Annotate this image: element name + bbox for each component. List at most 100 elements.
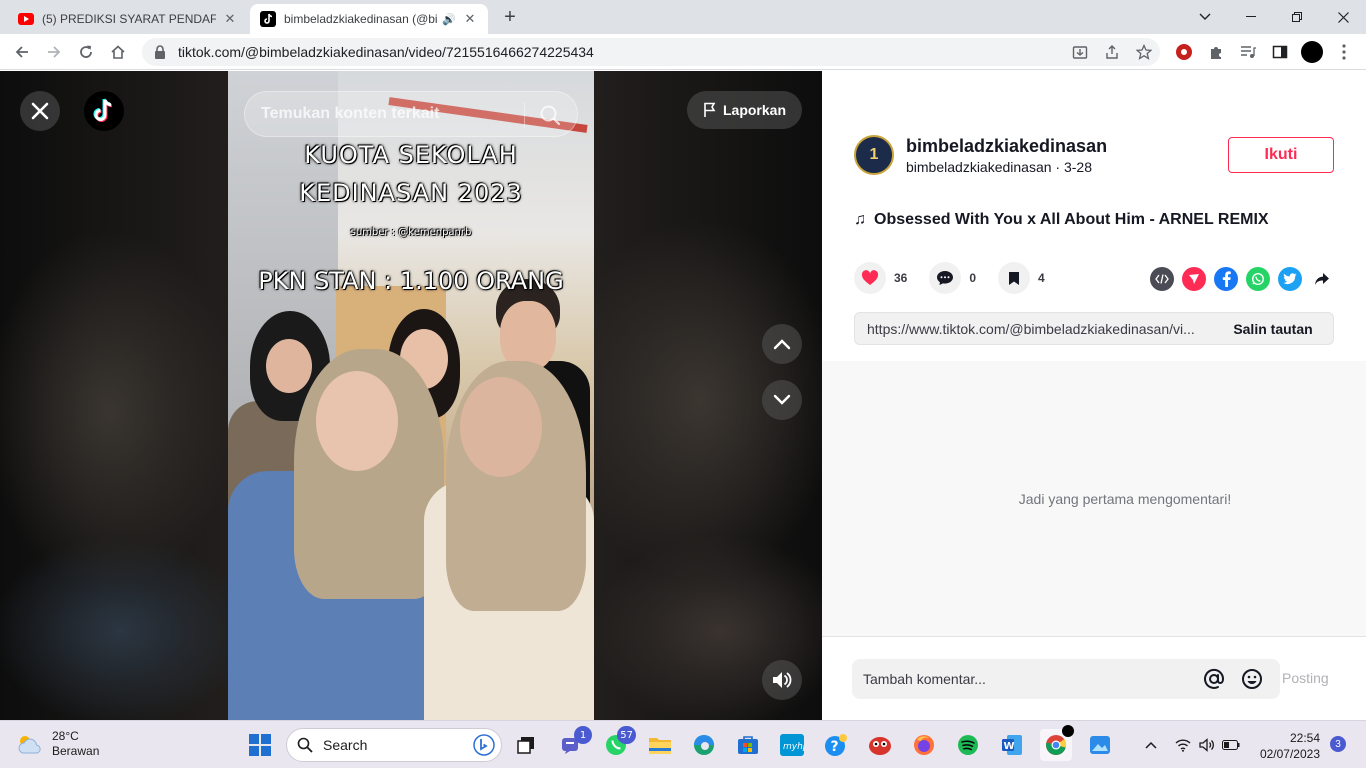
battery-icon[interactable] [1222,737,1240,753]
share-icon[interactable] [1102,42,1122,62]
tiktok-icon [93,98,113,122]
facebook-icon[interactable] [1214,267,1238,291]
side-panel-icon[interactable] [1270,42,1290,62]
search-placeholder: Temukan konten terkait [261,105,440,122]
video-link-url[interactable]: https://www.tiktok.com/@bimbeladzkiakedi… [855,321,1213,337]
whatsapp-taskbar-icon[interactable]: 57 [600,726,636,761]
tiktok-logo-button[interactable] [84,91,124,131]
video-player-area: KUOTA SEKOLAH KEDINASAN 2023 sumber : @k… [0,71,822,720]
speaker-icon[interactable]: 🔊 [442,13,456,26]
share-buttons [1150,267,1342,291]
edge-browser-icon[interactable] [688,729,720,761]
post-comment-button[interactable]: Posting [1282,670,1329,686]
tiktok-icon [260,11,276,27]
menu-kebab-icon[interactable] [1334,42,1354,62]
copy-link-button[interactable]: Salin tautan [1213,321,1333,337]
restore-icon[interactable] [1274,0,1320,34]
lock-icon[interactable] [154,45,168,59]
video-caption-line: KUOTA SEKOLAH [304,141,518,169]
previous-video-button[interactable] [762,324,802,364]
chevron-up-icon [773,339,791,350]
related-search-input[interactable]: Temukan konten terkait [244,91,578,137]
game-app-icon[interactable] [864,729,896,761]
tab-search-icon[interactable] [1182,0,1228,34]
send-to-friends-icon[interactable] [1182,267,1206,291]
comment-input[interactable]: Tambah komentar... [852,659,1280,699]
bookmark-icon[interactable] [998,262,1031,294]
volume-tray-icon[interactable] [1198,737,1216,753]
close-tab-icon[interactable]: ✕ [462,11,478,27]
system-clock[interactable]: 22:54 02/07/2023 [1260,730,1320,762]
windows-taskbar: 28°C Berawan Search 1 57 myhp ? [0,720,1366,768]
url-field[interactable]: tiktok.com/@bimbeladzkiakedinasan/video/… [142,38,1160,66]
volume-button[interactable] [762,660,802,700]
profile-avatar[interactable] [1300,40,1324,64]
photos-icon[interactable] [1084,729,1116,761]
chrome-icon[interactable] [1040,725,1074,761]
task-view-icon[interactable] [510,729,542,761]
file-explorer-icon[interactable] [644,729,676,761]
clock-time: 22:54 [1289,731,1320,745]
creator-avatar[interactable]: 1 [854,135,894,175]
new-tab-button[interactable]: + [498,6,522,30]
bookmark-star-icon[interactable] [1134,42,1154,62]
tab-tiktok[interactable]: bimbeladzkiakedinasan (@bi 🔊 ✕ [250,4,488,34]
next-video-button[interactable] [762,380,802,420]
close-video-button[interactable] [20,91,60,131]
back-icon[interactable] [10,40,34,64]
minimize-icon[interactable] [1228,0,1274,34]
myhp-icon[interactable]: myhp [776,729,808,761]
comments-list: Jadi yang pertama mengomentari! [822,361,1366,637]
get-help-icon[interactable]: ? [820,729,852,761]
install-icon[interactable] [1070,42,1090,62]
whatsapp-badge: 57 [617,726,636,744]
tab-youtube[interactable]: (5) PREDIKSI SYARAT PENDAFTAR ✕ [8,4,248,34]
twitter-icon[interactable] [1278,267,1302,291]
spotify-icon[interactable] [952,729,984,761]
video-frame[interactable]: KUOTA SEKOLAH KEDINASAN 2023 sumber : @k… [228,71,594,720]
extension-red-icon[interactable] [1174,42,1194,62]
report-label: Laporkan [722,102,786,118]
emoji-icon[interactable] [1240,667,1264,691]
close-tab-icon[interactable]: ✕ [222,11,238,27]
report-button[interactable]: Laporkan [687,91,802,129]
notification-badge[interactable]: 3 [1330,736,1346,752]
video-caption-source: sumber : @kemenpanrb [350,227,472,238]
reload-icon[interactable] [74,40,98,64]
whatsapp-icon[interactable] [1246,267,1270,291]
extensions-puzzle-icon[interactable] [1206,42,1226,62]
save-count: 4 [1038,271,1045,285]
firefox-icon[interactable] [908,729,940,761]
wifi-icon[interactable] [1174,737,1192,753]
comment-bubble-icon[interactable] [929,262,962,294]
word-icon[interactable]: W [996,729,1028,761]
show-hidden-icons-icon[interactable] [1142,737,1160,753]
forward-icon[interactable] [42,40,66,64]
comment-count: 0 [969,271,977,285]
flag-icon [704,102,716,117]
save-action[interactable]: 4 [998,262,1045,294]
windows-icon [249,734,271,756]
browser-tab-bar: (5) PREDIKSI SYARAT PENDAFTAR ✕ bimbelad… [0,0,1366,34]
taskbar-search-box[interactable]: Search [286,728,502,762]
heart-icon[interactable] [854,262,886,294]
embed-code-icon[interactable] [1150,267,1174,291]
media-controls-icon[interactable] [1238,42,1258,62]
start-button[interactable] [244,729,276,761]
home-icon[interactable] [106,40,130,64]
music-track[interactable]: ♫ Obsessed With You x All About Him - AR… [854,211,1269,229]
close-window-icon[interactable] [1320,0,1366,34]
svg-text:myhp: myhp [783,742,804,752]
tab-title: bimbeladzkiakedinasan (@bi [284,12,438,26]
empty-comments-message: Jadi yang pertama mengomentari! [1018,491,1232,507]
creator-username[interactable]: bimbeladzkiakedinasan [906,136,1107,157]
weather-widget[interactable]: 28°C Berawan [16,729,99,759]
more-share-icon[interactable] [1310,267,1334,291]
comment-action[interactable]: 0 [929,262,976,294]
search-icon[interactable] [539,104,561,126]
microsoft-store-icon[interactable] [732,729,764,761]
teams-chat-icon[interactable]: 1 [556,726,592,761]
follow-button[interactable]: Ikuti [1228,137,1334,173]
like-action[interactable]: 36 [854,262,907,294]
mention-icon[interactable] [1202,667,1226,691]
